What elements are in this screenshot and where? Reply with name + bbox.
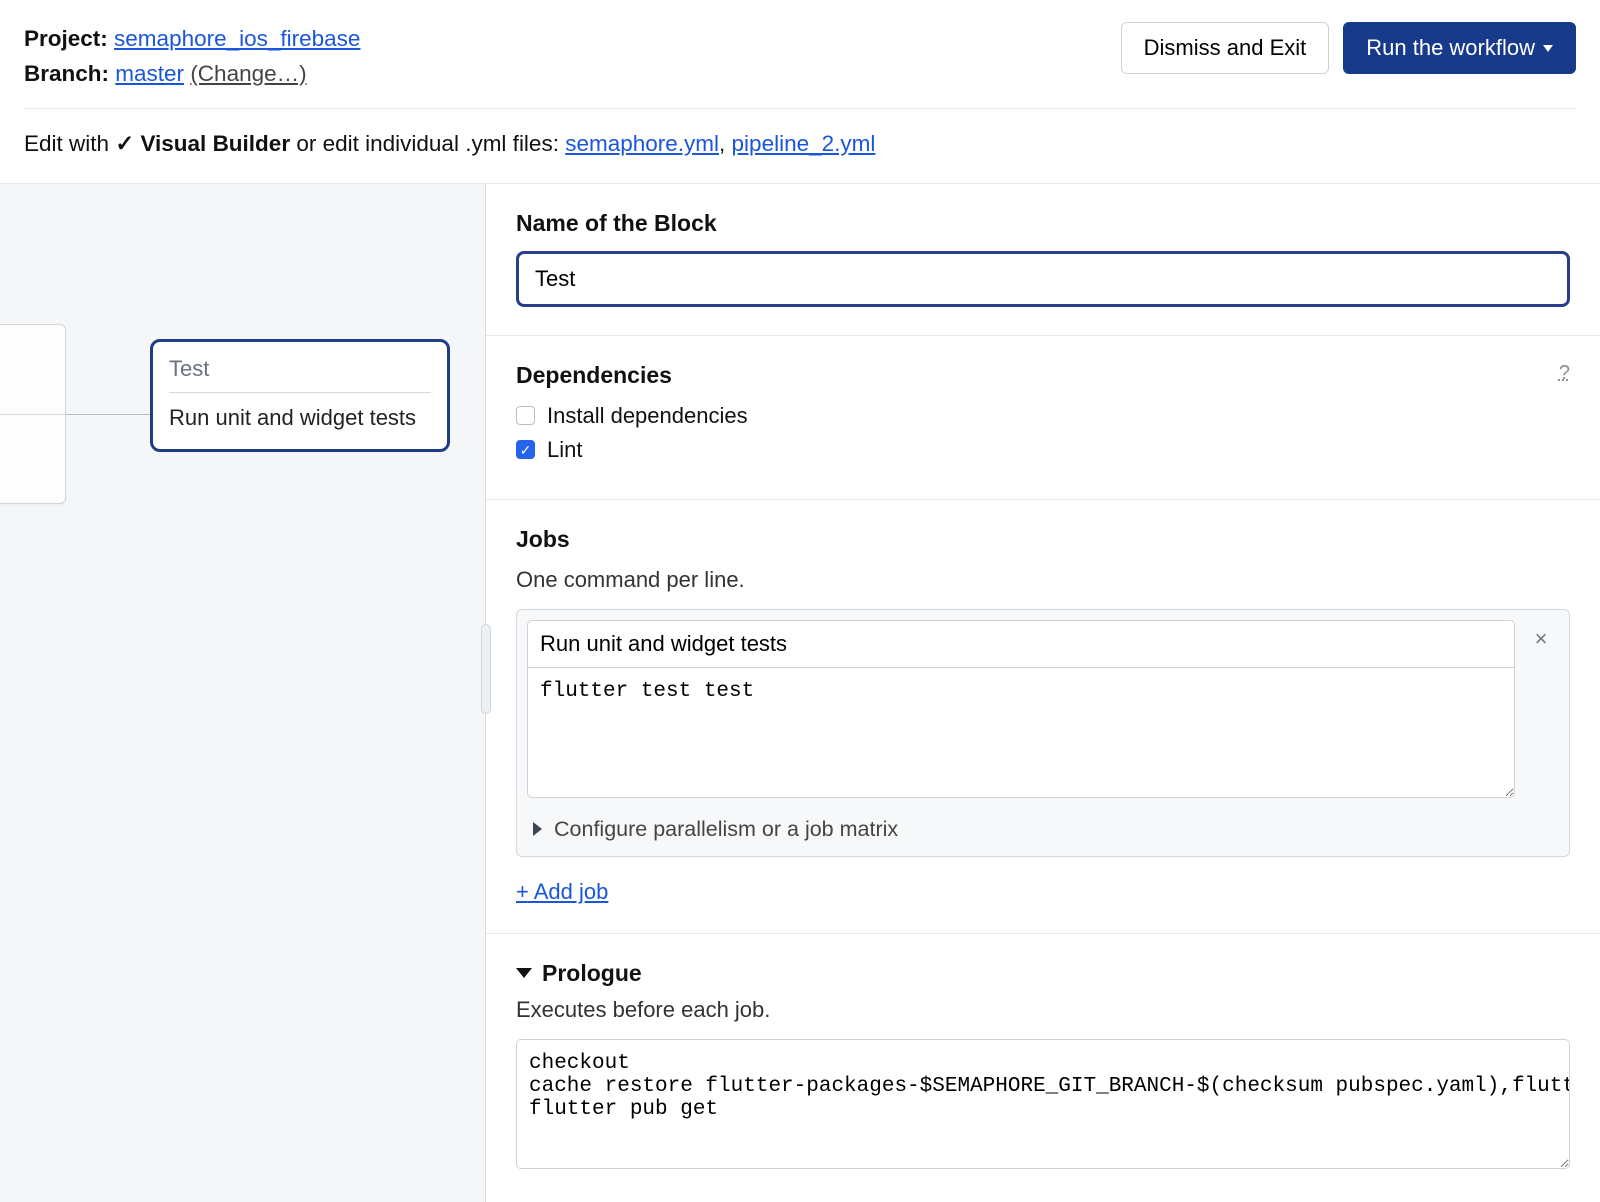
remove-job-button[interactable]: ×: [1523, 620, 1559, 846]
triangle-right-icon: [533, 822, 542, 836]
job-row: flutter test test Configure parallelism …: [516, 609, 1570, 857]
section-name: Name of the Block: [486, 184, 1600, 336]
section-prologue: Prologue Executes before each job. check…: [486, 934, 1600, 1202]
caret-down-icon: [1543, 45, 1553, 52]
upstream-block-card[interactable]: [0, 324, 66, 504]
dependency-item: Install dependencies: [516, 403, 1570, 429]
run-workflow-label: Run the workflow: [1366, 35, 1535, 61]
edit-mode-row: Edit with ✓ Visual Builder or edit indiv…: [0, 109, 1600, 183]
block-card-test[interactable]: Test Run unit and widget tests: [150, 339, 450, 452]
checkbox-lint[interactable]: [516, 440, 535, 459]
section-jobs: Jobs One command per line. flutter test …: [486, 500, 1600, 934]
add-job-link[interactable]: + Add job: [516, 879, 608, 904]
pipeline-canvas[interactable]: Test Run unit and widget tests: [0, 184, 486, 1202]
edit-midfix: or edit individual .yml files:: [296, 131, 559, 156]
jobs-subtext: One command per line.: [516, 567, 1570, 593]
dependency-item: Lint: [516, 437, 1570, 463]
name-label: Name of the Block: [516, 210, 1570, 237]
help-icon[interactable]: ?: [1559, 362, 1570, 385]
block-card-title: Test: [169, 356, 431, 382]
yml-file-2-link[interactable]: pipeline_2.yml: [732, 131, 876, 156]
block-card-job: Run unit and widget tests: [169, 405, 431, 431]
prologue-toggle[interactable]: Prologue: [516, 960, 1570, 987]
block-editor-panel: Name of the Block ? Dependencies Install…: [486, 184, 1600, 1202]
connector-line: [66, 414, 150, 415]
job-commands-textarea[interactable]: flutter test test: [527, 668, 1515, 798]
visual-builder-label[interactable]: Visual Builder: [140, 131, 290, 156]
yml-file-1-link[interactable]: semaphore.yml: [565, 131, 719, 156]
triangle-down-icon: [516, 968, 532, 978]
dependency-label: Install dependencies: [547, 403, 748, 429]
edit-prefix: Edit with: [24, 131, 109, 156]
block-name-input[interactable]: [516, 251, 1570, 307]
dependency-label: Lint: [547, 437, 582, 463]
prologue-label: Prologue: [542, 960, 642, 987]
branch-link[interactable]: master: [115, 61, 184, 86]
change-branch-link[interactable]: (Change…): [190, 61, 306, 86]
dismiss-button[interactable]: Dismiss and Exit: [1121, 22, 1330, 74]
check-icon: ✓: [115, 131, 134, 156]
job-name-input[interactable]: [527, 620, 1515, 668]
branch-label: Branch:: [24, 61, 109, 86]
configure-parallelism-toggle[interactable]: Configure parallelism or a job matrix: [527, 803, 1515, 846]
jobs-label: Jobs: [516, 526, 1570, 553]
dependencies-label: Dependencies: [516, 362, 1570, 389]
project-label: Project:: [24, 26, 108, 51]
resize-handle[interactable]: [481, 624, 491, 714]
project-link[interactable]: semaphore_ios_firebase: [114, 26, 360, 51]
close-icon: ×: [1535, 626, 1548, 652]
checkbox-install-dependencies[interactable]: [516, 406, 535, 425]
configure-parallelism-label: Configure parallelism or a job matrix: [554, 817, 898, 842]
section-dependencies: ? Dependencies Install dependencies Lint: [486, 336, 1600, 500]
prologue-commands-textarea[interactable]: checkout cache restore flutter-packages-…: [516, 1039, 1570, 1169]
run-workflow-button[interactable]: Run the workflow: [1343, 22, 1576, 74]
project-meta: Project: semaphore_ios_firebase Branch: …: [24, 22, 360, 92]
prologue-subtext: Executes before each job.: [516, 997, 1570, 1023]
